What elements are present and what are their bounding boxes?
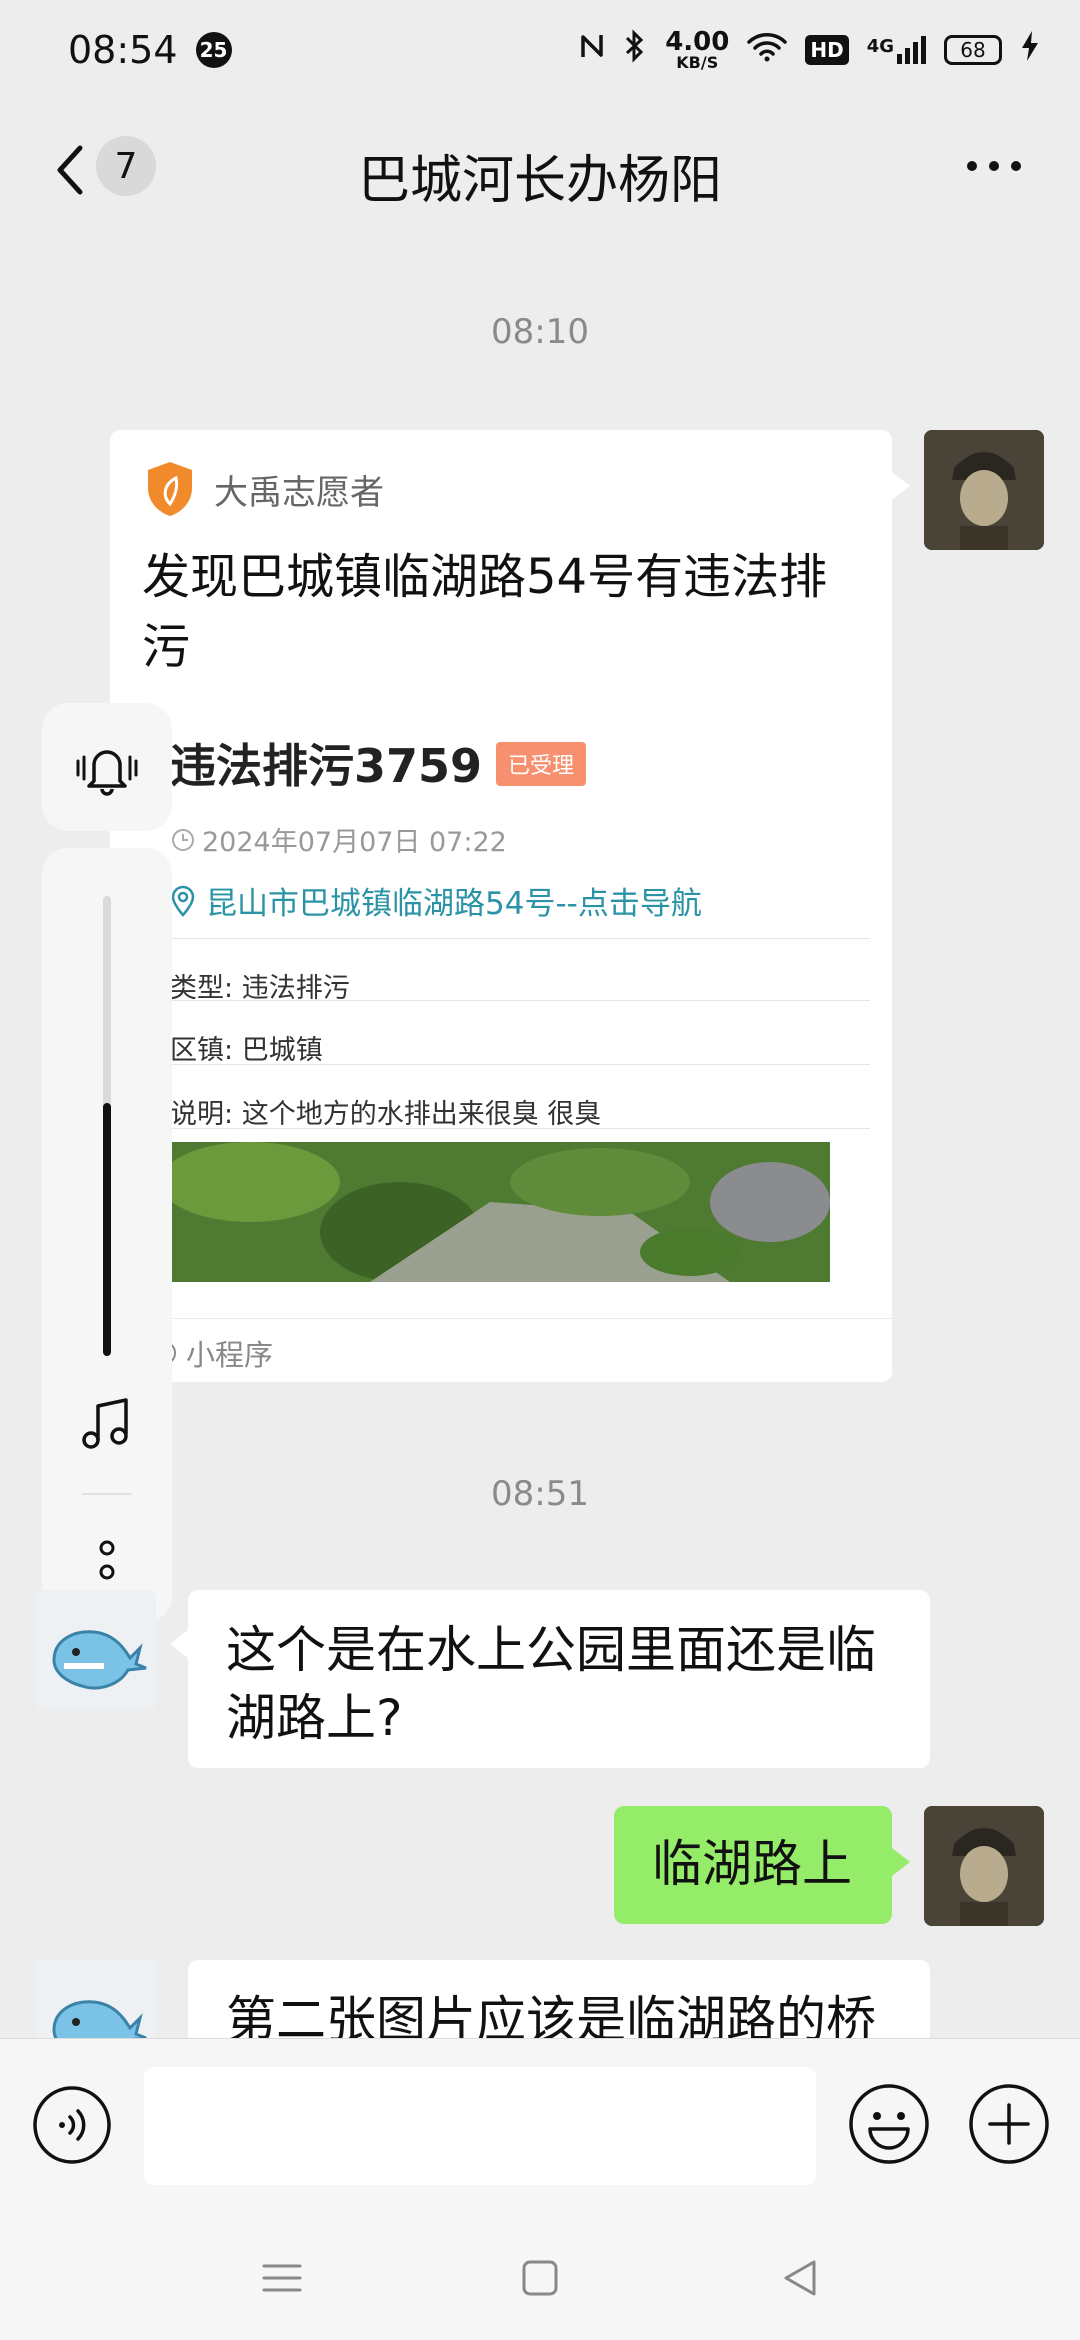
signal-icon: 4G (867, 36, 926, 64)
field-district: 区镇: 巴城镇 (170, 1028, 323, 1067)
plus-icon (969, 2084, 1049, 2164)
nfc-icon (579, 31, 605, 69)
address-text: 昆山市巴城镇临湖路54号--点击导航 (206, 886, 702, 922)
charging-icon (1020, 30, 1040, 71)
ringer-mode-button[interactable] (42, 703, 172, 831)
bluetooth-icon (623, 29, 647, 71)
card-title: 发现巴城镇临湖路54号有违法排污 (142, 549, 828, 675)
music-note-icon (82, 1398, 128, 1449)
navigate-address-link[interactable]: 昆山市巴城镇临湖路54号--点击导航 (170, 878, 702, 923)
case-datetime-text: 2024年07月07日 07:22 (202, 827, 507, 858)
home-square-icon (522, 2260, 558, 2296)
notification-count-badge: 25 (195, 32, 232, 68)
recent-apps-button[interactable] (252, 2248, 312, 2308)
mini-program-label: 小程序 (186, 1338, 274, 1372)
network-speed: 4.00 KB/S (665, 29, 729, 71)
field-label: 区镇: (170, 1035, 234, 1066)
input-bar (0, 2038, 1080, 2208)
message-timestamp: 08:10 (491, 312, 589, 352)
divider (170, 1000, 870, 1001)
volume-slider-fill (103, 1103, 111, 1356)
network-speed-value: 4.00 (665, 27, 730, 57)
whale-avatar-icon (36, 1590, 156, 1710)
message-bubble-received[interactable]: 第二张图片应该是临湖路的桥 (188, 1960, 930, 2038)
divider (170, 1128, 870, 1129)
emoji-button[interactable] (848, 2083, 930, 2165)
home-button[interactable] (510, 2248, 570, 2308)
message-bubble-received[interactable]: 这个是在水上公园里面还是临湖路上? (170, 1590, 930, 1768)
divider (170, 938, 870, 939)
more-options-button[interactable] (964, 156, 1024, 176)
chat-header: 7 巴城河长办杨阳 (0, 100, 1080, 240)
status-icons: 4.00 KB/S HD 4G 68 (579, 29, 1040, 71)
case-title: 违法排污3759 (170, 739, 483, 793)
battery-indicator: 68 (944, 35, 1002, 65)
vertical-dots-icon (99, 1540, 115, 1580)
field-description: 说明: 这个地方的水排出来很臭 很臭 (170, 1092, 601, 1131)
volume-slider[interactable] (103, 896, 111, 1356)
whale-avatar-icon (36, 1960, 156, 2038)
system-back-button[interactable] (770, 2248, 830, 2308)
clock-icon (172, 828, 194, 851)
avatar[interactable] (36, 1590, 156, 1710)
more-dots-icon (967, 161, 1021, 171)
mini-program-card[interactable]: 大禹志愿者 发现巴城镇临湖路54号有违法排污 违法排污3759 已受理 2024… (110, 430, 910, 1382)
status-bar: 08:54 25 4.00 KB/S HD 4G 68 (0, 0, 1080, 100)
network-speed-unit: KB/S (676, 53, 719, 72)
status-badge: 已受理 (496, 742, 587, 786)
emoji-icon (849, 2084, 929, 2164)
divider (170, 1064, 870, 1065)
message-bubble-sent[interactable]: 临湖路上 (614, 1806, 910, 1924)
vegetation-photo-icon (170, 1142, 830, 1282)
network-type-label: 4G (866, 36, 894, 57)
media-volume-button[interactable] (78, 1396, 136, 1458)
case-photo[interactable] (170, 1142, 830, 1282)
divider (110, 1318, 892, 1319)
voice-icon (33, 2086, 111, 2164)
case-datetime: 2024年07月07日 07:22 (170, 820, 507, 859)
mini-program-name: 大禹志愿者 (214, 472, 384, 513)
bell-icon (76, 750, 138, 796)
hd-badge: HD (805, 35, 849, 65)
soldier-portrait-icon (924, 1806, 1044, 1926)
menu-icon (262, 2264, 302, 2292)
location-pin-icon (171, 885, 195, 917)
message-input[interactable] (144, 2067, 816, 2185)
system-navigation-bar (0, 2208, 1080, 2340)
avatar[interactable] (36, 1960, 156, 2038)
field-label: 说明: (170, 1099, 234, 1130)
message-timestamp: 08:51 (491, 1474, 589, 1514)
voice-input-button[interactable] (32, 2085, 112, 2165)
shield-leaf-icon (148, 462, 192, 516)
avatar[interactable] (924, 430, 1044, 550)
chat-title: 巴城河长办杨阳 (357, 151, 722, 211)
more-functions-button[interactable] (968, 2083, 1050, 2165)
field-value: 巴城镇 (241, 1035, 323, 1066)
field-value: 这个地方的水排出来很臭 很臭 (241, 1099, 602, 1130)
avatar[interactable] (924, 1806, 1044, 1926)
more-settings-button[interactable] (92, 1538, 122, 1592)
wifi-icon (747, 30, 788, 71)
mini-program-header: 大禹志愿者 (144, 460, 384, 518)
soldier-portrait-icon (924, 430, 1044, 550)
status-time: 08:54 (68, 28, 178, 72)
back-triangle-icon (784, 2260, 816, 2296)
